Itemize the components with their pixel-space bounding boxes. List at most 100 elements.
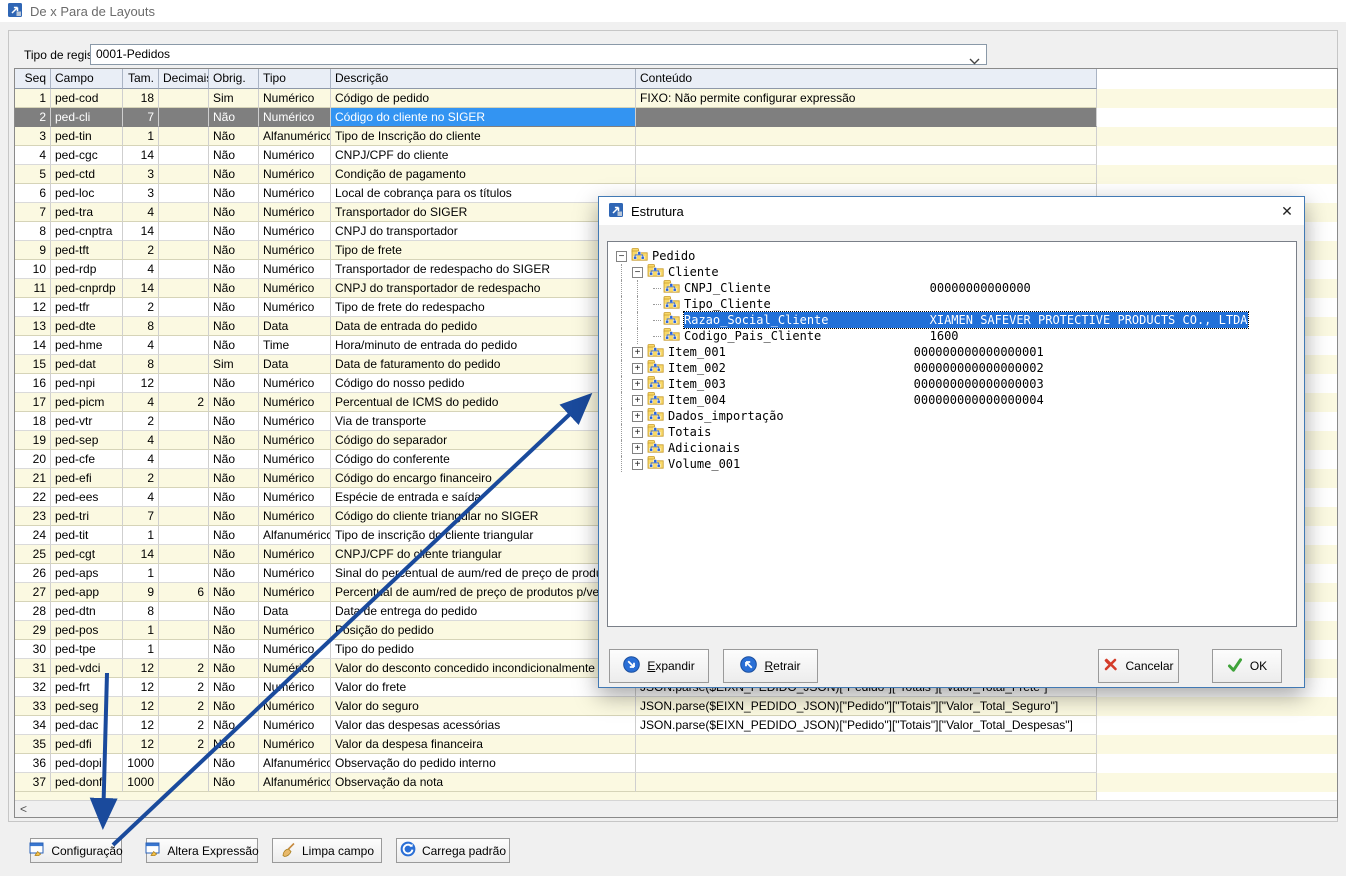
tree-row[interactable]: +Adicionais xyxy=(612,440,1292,456)
grid-cell-tipo[interactable]: Numérico xyxy=(259,203,331,222)
grid-cell-obrig[interactable]: Não xyxy=(209,184,259,203)
grid-cell-obrig[interactable]: Não xyxy=(209,203,259,222)
grid-cell-cont[interactable] xyxy=(636,146,1097,165)
grid-header-cell[interactable]: Seq xyxy=(15,69,51,89)
tree-label[interactable]: CNPJ_Cliente 00000000000000 xyxy=(684,280,1031,296)
grid-cell-campo[interactable]: ped-efi xyxy=(51,469,123,488)
grid-cell-tam[interactable]: 3 xyxy=(123,165,159,184)
grid-cell-campo[interactable]: ped-dtn xyxy=(51,602,123,621)
grid-cell-desc[interactable]: Data de faturamento do pedido xyxy=(331,355,636,374)
grid-cell-dec[interactable] xyxy=(159,260,209,279)
grid-cell-tam[interactable]: 8 xyxy=(123,355,159,374)
tree-row[interactable]: +Item_003 000000000000000003 xyxy=(612,376,1292,392)
grid-cell-tam[interactable]: 14 xyxy=(123,222,159,241)
tree-label[interactable]: Razao_Social_Cliente XIAMEN SAFEVER PROT… xyxy=(684,312,1248,328)
expand-plus-icon[interactable]: + xyxy=(632,459,643,470)
grid-cell-obrig[interactable]: Não xyxy=(209,640,259,659)
grid-cell-dec[interactable] xyxy=(159,374,209,393)
grid-cell-tipo[interactable]: Numérico xyxy=(259,621,331,640)
grid-cell-desc[interactable]: Hora/minuto de entrada do pedido xyxy=(331,336,636,355)
grid-cell-cont[interactable]: FIXO: Não permite configurar expressão xyxy=(636,89,1097,108)
grid-cell-tipo[interactable]: Alfanumérico xyxy=(259,526,331,545)
configuracao-button[interactable]: Configuração xyxy=(30,838,122,863)
grid-cell-dec[interactable]: 2 xyxy=(159,393,209,412)
grid-cell-dec[interactable] xyxy=(159,507,209,526)
grid-cell-tipo[interactable]: Numérico xyxy=(259,241,331,260)
grid-header-cell[interactable]: Descrição xyxy=(331,69,636,89)
grid-cell-cont[interactable] xyxy=(636,127,1097,146)
grid-cell-seq[interactable]: 24 xyxy=(15,526,51,545)
grid-cell-dec[interactable] xyxy=(159,773,209,792)
grid-cell-obrig[interactable]: Não xyxy=(209,545,259,564)
grid-cell-seq[interactable]: 6 xyxy=(15,184,51,203)
grid-cell-tipo[interactable]: Numérico xyxy=(259,659,331,678)
grid-cell-campo[interactable]: ped-dopi xyxy=(51,754,123,773)
grid-cell-tam[interactable]: 9 xyxy=(123,583,159,602)
expand-plus-icon[interactable]: + xyxy=(632,443,643,454)
grid-cell-tipo[interactable]: Data xyxy=(259,317,331,336)
tree-label[interactable]: Codigo_Pais_Cliente 1600 xyxy=(684,328,959,344)
grid-row[interactable]: 33ped-seg122NãoNuméricoValor do seguroJS… xyxy=(15,697,1337,716)
grid-cell-campo[interactable]: ped-dac xyxy=(51,716,123,735)
grid-cell-cont[interactable] xyxy=(636,108,1097,127)
grid-cell-tipo[interactable]: Numérico xyxy=(259,393,331,412)
grid-cell-tam[interactable]: 1 xyxy=(123,621,159,640)
expand-plus-icon[interactable]: + xyxy=(632,363,643,374)
grid-cell-campo[interactable]: ped-cfe xyxy=(51,450,123,469)
expand-plus-icon[interactable]: + xyxy=(632,427,643,438)
grid-header-cell[interactable]: Campo xyxy=(51,69,123,89)
grid-cell-cont[interactable] xyxy=(636,754,1097,773)
collapse-minus-icon[interactable]: − xyxy=(632,267,643,278)
grid-cell-obrig[interactable]: Não xyxy=(209,108,259,127)
grid-header-cell[interactable]: Tipo xyxy=(259,69,331,89)
grid-cell-dec[interactable] xyxy=(159,355,209,374)
grid-cell-tipo[interactable]: Data xyxy=(259,355,331,374)
grid-cell-tam[interactable]: 8 xyxy=(123,317,159,336)
grid-cell-seq[interactable]: 15 xyxy=(15,355,51,374)
grid-cell-desc[interactable]: CNPJ/CPF do cliente triangular xyxy=(331,545,636,564)
grid-cell-tipo[interactable]: Numérico xyxy=(259,545,331,564)
tree-label[interactable]: Item_004 000000000000000004 xyxy=(668,392,1044,408)
grid-cell-tam[interactable]: 4 xyxy=(123,431,159,450)
grid-cell-obrig[interactable]: Não xyxy=(209,507,259,526)
grid-cell-desc[interactable]: Sinal do percentual de aum/red de preço … xyxy=(331,564,636,583)
expand-plus-icon[interactable]: + xyxy=(632,395,643,406)
grid-cell-dec[interactable] xyxy=(159,146,209,165)
grid-cell-obrig[interactable]: Não xyxy=(209,754,259,773)
grid-cell-obrig[interactable]: Não xyxy=(209,279,259,298)
grid-cell-seq[interactable]: 10 xyxy=(15,260,51,279)
carrega-padrao-button[interactable]: Carrega padrão xyxy=(396,838,510,863)
expand-plus-icon[interactable]: + xyxy=(632,411,643,422)
grid-cell-tipo[interactable]: Numérico xyxy=(259,469,331,488)
grid-cell-tipo[interactable]: Numérico xyxy=(259,431,331,450)
grid-cell-seq[interactable]: 20 xyxy=(15,450,51,469)
grid-cell-seq[interactable]: 25 xyxy=(15,545,51,564)
ok-button[interactable]: OK xyxy=(1212,649,1282,683)
grid-cell-campo[interactable]: ped-cli xyxy=(51,108,123,127)
grid-cell-campo[interactable]: ped-aps xyxy=(51,564,123,583)
grid-cell-dec[interactable] xyxy=(159,564,209,583)
grid-cell-desc[interactable]: Observação da nota xyxy=(331,773,636,792)
grid-cell-dec[interactable] xyxy=(159,108,209,127)
grid-cell-desc[interactable]: CNPJ do transportador de redespacho xyxy=(331,279,636,298)
grid-cell-campo[interactable]: ped-pos xyxy=(51,621,123,640)
grid-cell-tam[interactable]: 4 xyxy=(123,260,159,279)
grid-cell-campo[interactable]: ped-cod xyxy=(51,89,123,108)
grid-cell-tipo[interactable]: Alfanumérico xyxy=(259,754,331,773)
grid-cell-seq[interactable]: 5 xyxy=(15,165,51,184)
grid-cell-dec[interactable] xyxy=(159,545,209,564)
grid-cell-tam[interactable]: 3 xyxy=(123,184,159,203)
grid-cell-tam[interactable]: 2 xyxy=(123,298,159,317)
grid-cell-seq[interactable]: 32 xyxy=(15,678,51,697)
grid-cell-tipo[interactable]: Numérico xyxy=(259,412,331,431)
grid-row[interactable]: 4ped-cgc14NãoNuméricoCNPJ/CPF do cliente xyxy=(15,146,1337,165)
grid-cell-seq[interactable]: 21 xyxy=(15,469,51,488)
grid-cell-dec[interactable] xyxy=(159,89,209,108)
grid-cell-obrig[interactable]: Sim xyxy=(209,355,259,374)
grid-cell-tam[interactable]: 12 xyxy=(123,716,159,735)
tree-row[interactable]: CNPJ_Cliente 00000000000000 xyxy=(612,280,1292,296)
grid-cell-desc[interactable]: Valor do frete xyxy=(331,678,636,697)
grid-cell-tam[interactable]: 8 xyxy=(123,602,159,621)
grid-cell-seq[interactable]: 3 xyxy=(15,127,51,146)
grid-cell-seq[interactable]: 8 xyxy=(15,222,51,241)
